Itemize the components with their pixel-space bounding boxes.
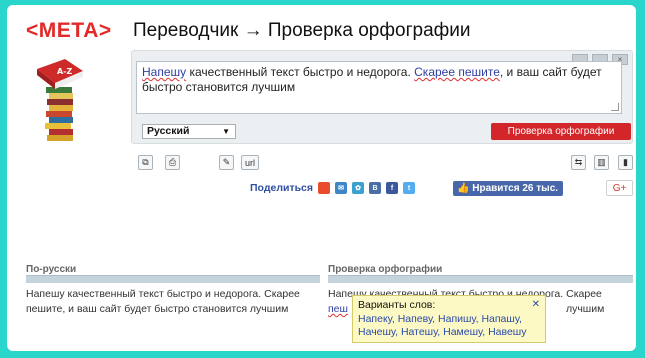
google-plus-button[interactable]: G+	[606, 180, 633, 196]
vk-share-icon[interactable]: B	[369, 182, 381, 194]
swap-direction-icon[interactable]: ⇆	[571, 155, 586, 170]
mail-share-icon[interactable]: ✉	[335, 182, 347, 194]
language-select[interactable]: Русский ▼	[142, 124, 236, 139]
result-line-2-end: лучшим	[565, 303, 605, 315]
input-panel: × Напешу качественный текст быстро и нед…	[131, 50, 633, 144]
app-frame: <МЕТА> Переводчик → Проверка орфографии …	[7, 5, 636, 351]
bookmark-share-icon[interactable]	[318, 182, 330, 194]
odnoklassniki-share-icon[interactable]: ✿	[352, 182, 364, 194]
books-stack-icon: A-Z	[37, 59, 83, 141]
thumbs-up-icon: 👍	[457, 183, 473, 194]
page-title: Переводчик → Проверка орфографии	[133, 20, 471, 41]
misspelled-word[interactable]: пеш	[328, 303, 348, 315]
two-column-layout-icon[interactable]: ▥	[594, 155, 609, 170]
result-column-bar	[328, 275, 633, 283]
suggestions-line-1[interactable]: Напеку, Напеву, Напишу, Напашу,	[358, 313, 540, 327]
meta-logo[interactable]: <МЕТА>	[26, 19, 112, 43]
check-spelling-button[interactable]: Проверка орфографии	[491, 123, 631, 140]
suggestions-title: Варианты слов:	[358, 299, 436, 311]
resize-handle[interactable]	[611, 103, 619, 111]
svg-text:A-Z: A-Z	[57, 67, 73, 76]
source-column-header: По-русски	[26, 264, 77, 275]
single-column-layout-icon[interactable]: ▮	[618, 155, 633, 170]
facebook-like-button[interactable]: 👍 Нравится 26 тыс.	[453, 181, 563, 196]
misspelled-word[interactable]: Скарее пешите	[414, 65, 500, 79]
facebook-share-icon[interactable]: f	[386, 182, 398, 194]
result-column-header: Проверка орфографии	[328, 264, 443, 275]
text-fragment: качественный текст быстро и недорога.	[186, 65, 415, 79]
source-text: Напешу качественный текст быстро и недор…	[26, 288, 300, 315]
share-label: Поделиться	[250, 182, 314, 194]
source-column-bar	[26, 275, 320, 283]
copy-icon[interactable]: ⧉	[138, 155, 153, 170]
close-icon[interactable]: ✕	[532, 298, 540, 312]
url-button[interactable]: url	[241, 155, 259, 170]
twitter-share-icon[interactable]: t	[403, 182, 415, 194]
misspelled-word[interactable]: Напешу	[142, 65, 186, 79]
suggestions-line-2[interactable]: Начешу, Натешу, Намешу, Навешу	[358, 326, 540, 340]
print-icon[interactable]: ⎙	[165, 155, 180, 170]
like-count: Нравится 26 тыс.	[472, 183, 559, 194]
suggestions-popup: Варианты слов: Напеку, Напеву, Напишу, Н…	[352, 295, 546, 343]
source-text-input[interactable]: Напешу качественный текст быстро и недор…	[136, 61, 622, 114]
language-select-value: Русский	[147, 125, 190, 137]
edit-icon[interactable]: ✎	[219, 155, 234, 170]
chevron-down-icon: ▼	[222, 127, 230, 136]
